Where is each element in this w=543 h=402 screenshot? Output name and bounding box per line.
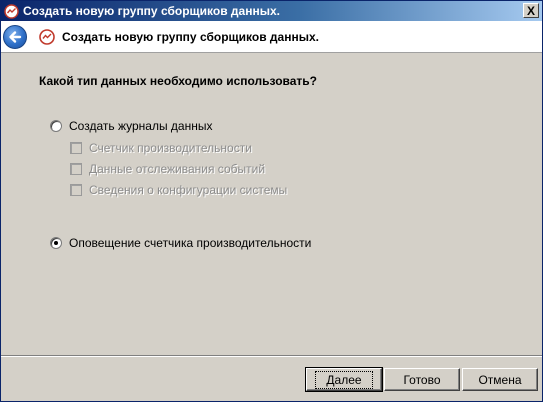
radio-create-data-logs[interactable]: Создать журналы данных: [50, 119, 212, 133]
arrow-left-icon: [9, 30, 22, 43]
perfmon-header-icon: [39, 28, 55, 45]
close-icon: X: [526, 3, 535, 18]
checkbox-label: Сведения о конфигурации системы: [89, 183, 288, 197]
checkbox-system-configuration[interactable]: Сведения о конфигурации системы: [70, 183, 287, 197]
wizard-title: Создать новую группу сборщиков данных.: [62, 29, 319, 44]
checkbox-disabled[interactable]: [70, 163, 82, 175]
radio-button-checked[interactable]: [50, 237, 62, 249]
checkbox-performance-counter[interactable]: Счетчик производительности: [70, 141, 252, 155]
radio-button-unchecked[interactable]: [50, 120, 62, 132]
back-button[interactable]: [3, 24, 27, 49]
footer-divider: [1, 355, 542, 357]
wizard-header: Создать новую группу сборщиков данных.: [1, 21, 542, 53]
radio-performance-counter-alert[interactable]: Оповещение счетчика производительности: [50, 236, 311, 250]
wizard-content: Какой тип данных необходимо использовать…: [1, 54, 542, 354]
title-bar[interactable]: Создать новую группу сборщиков данных. X: [1, 1, 542, 21]
next-button[interactable]: Далее: [305, 367, 383, 392]
checkbox-label: Данные отслеживания событий: [89, 162, 266, 176]
question-heading: Какой тип данных необходимо использовать…: [39, 74, 318, 88]
next-button-label: Далее: [315, 370, 373, 389]
close-button[interactable]: X: [523, 3, 539, 18]
checkbox-disabled[interactable]: [70, 184, 82, 196]
checkbox-label: Счетчик производительности: [89, 141, 252, 155]
checkbox-event-trace-data[interactable]: Данные отслеживания событий: [70, 162, 265, 176]
perfmon-app-icon: [4, 3, 19, 19]
radio-label: Оповещение счетчика производительности: [69, 236, 312, 250]
finish-button[interactable]: Готово: [384, 368, 460, 391]
wizard-window: Создать новую группу сборщиков данных. X…: [0, 0, 543, 402]
checkbox-disabled[interactable]: [70, 142, 82, 154]
cancel-button[interactable]: Отмена: [462, 368, 538, 391]
radio-label: Создать журналы данных: [69, 119, 213, 133]
window-title: Создать новую группу сборщиков данных.: [23, 4, 280, 18]
radio-dot-icon: [54, 241, 58, 245]
